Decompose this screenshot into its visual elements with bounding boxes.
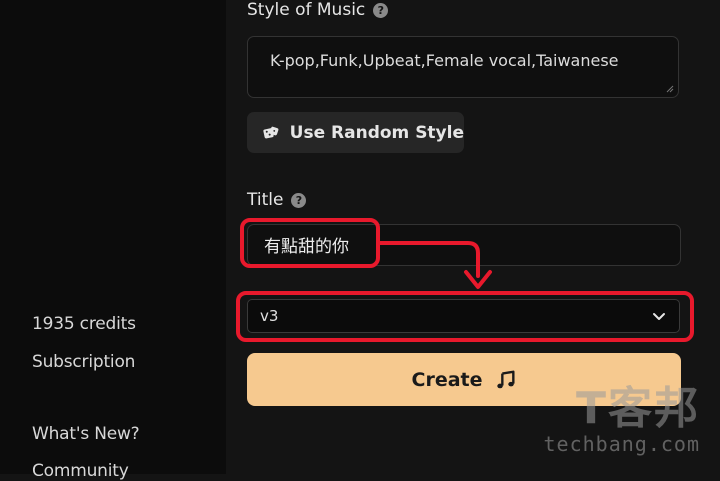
- sidebar-item-subscription[interactable]: Subscription: [32, 352, 135, 372]
- music-note-icon: [496, 370, 515, 388]
- title-label-text: Title: [247, 190, 284, 210]
- watermark: T客邦 techbang.com: [543, 383, 701, 457]
- use-random-style-button[interactable]: Use Random Style: [247, 112, 464, 153]
- help-circle-icon[interactable]: ?: [291, 192, 307, 208]
- create-button-label: Create: [411, 368, 483, 391]
- credits-count: 1935 credits: [32, 314, 136, 334]
- watermark-logo-text: T客邦: [575, 383, 700, 434]
- sidebar-item-whats-new[interactable]: What's New?: [32, 424, 140, 444]
- sidebar-item-community[interactable]: Community: [32, 461, 129, 481]
- style-of-music-label-text: Style of Music: [247, 0, 366, 20]
- title-label: Title ?: [247, 190, 307, 210]
- title-highlight-box: [240, 218, 380, 268]
- resize-handle-icon[interactable]: [666, 85, 674, 93]
- sidebar: 1935 credits Subscription What's New? Co…: [0, 0, 226, 481]
- help-circle-icon[interactable]: ?: [373, 2, 389, 18]
- style-of-music-input[interactable]: K-pop,Funk,Upbeat,Female vocal,Taiwanese: [247, 36, 679, 98]
- use-random-style-label: Use Random Style: [289, 122, 464, 143]
- dice-icon: [263, 126, 279, 138]
- style-of-music-value: K-pop,Funk,Upbeat,Female vocal,Taiwanese: [270, 51, 619, 70]
- watermark-url: techbang.com: [543, 432, 700, 456]
- version-highlight-box: [236, 291, 694, 342]
- style-of-music-label: Style of Music ?: [247, 0, 389, 20]
